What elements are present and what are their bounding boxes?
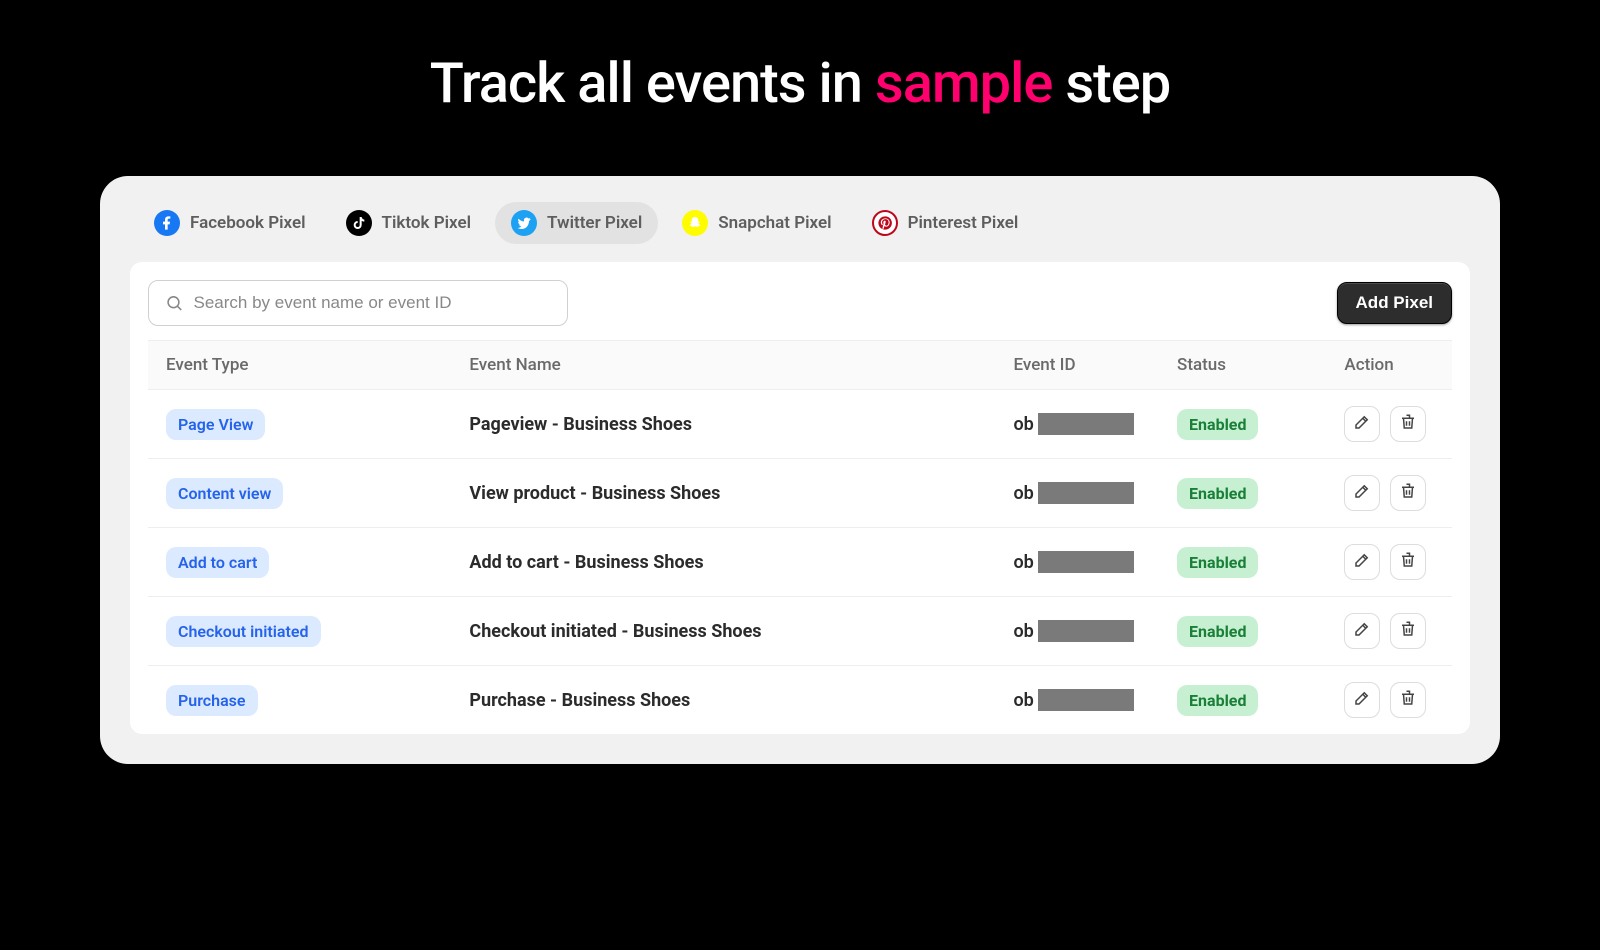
hero-accent: sample bbox=[875, 50, 1053, 116]
status-badge: Enabled bbox=[1177, 409, 1258, 440]
trash-icon bbox=[1399, 482, 1417, 504]
event-name: Add to cart - Business Shoes bbox=[469, 552, 703, 573]
event-type-pill: Content view bbox=[166, 478, 283, 509]
delete-button[interactable] bbox=[1390, 544, 1426, 580]
pencil-icon bbox=[1353, 620, 1371, 642]
status-badge: Enabled bbox=[1177, 685, 1258, 716]
main-panel: Facebook Pixel Tiktok Pixel Twitter Pixe… bbox=[100, 176, 1500, 764]
status-badge: Enabled bbox=[1177, 616, 1258, 647]
page-title: Track all events in sample step bbox=[0, 50, 1600, 116]
pinterest-icon bbox=[872, 210, 898, 236]
event-type-pill: Add to cart bbox=[166, 547, 269, 578]
snapchat-icon bbox=[682, 210, 708, 236]
tab-label: Twitter Pixel bbox=[547, 213, 642, 233]
edit-button[interactable] bbox=[1344, 475, 1380, 511]
search-input-wrapper[interactable] bbox=[148, 280, 568, 326]
redacted-id bbox=[1038, 413, 1134, 435]
event-name: View product - Business Shoes bbox=[469, 483, 720, 504]
event-id: ob bbox=[1013, 689, 1141, 711]
table-row: Purchase Purchase - Business Shoes ob Enabl… bbox=[148, 666, 1452, 735]
edit-button[interactable] bbox=[1344, 682, 1380, 718]
col-status: Status bbox=[1159, 341, 1326, 390]
tab-tiktok-pixel[interactable]: Tiktok Pixel bbox=[330, 202, 487, 244]
tab-twitter-pixel[interactable]: Twitter Pixel bbox=[495, 202, 658, 244]
event-id: ob bbox=[1013, 620, 1141, 642]
trash-icon bbox=[1399, 413, 1417, 435]
tab-label: Snapchat Pixel bbox=[718, 213, 831, 233]
table-row: Add to cart Add to cart - Business Shoes o… bbox=[148, 528, 1452, 597]
status-badge: Enabled bbox=[1177, 478, 1258, 509]
facebook-icon bbox=[154, 210, 180, 236]
toolbar: Add Pixel bbox=[148, 280, 1452, 326]
event-type-pill: Purchase bbox=[166, 685, 258, 716]
event-name: Purchase - Business Shoes bbox=[469, 690, 690, 711]
col-event-id: Event ID bbox=[995, 341, 1159, 390]
event-id: ob bbox=[1013, 482, 1141, 504]
pixel-tabs: Facebook Pixel Tiktok Pixel Twitter Pixe… bbox=[130, 196, 1470, 262]
pencil-icon bbox=[1353, 551, 1371, 573]
events-table: Event Type Event Name Event ID Status Ac… bbox=[148, 340, 1452, 734]
tiktok-icon bbox=[346, 210, 372, 236]
event-id: ob bbox=[1013, 413, 1141, 435]
tab-label: Facebook Pixel bbox=[190, 213, 306, 233]
event-type-pill: Page View bbox=[166, 409, 265, 440]
col-action: Action bbox=[1326, 341, 1452, 390]
delete-button[interactable] bbox=[1390, 682, 1426, 718]
redacted-id bbox=[1038, 620, 1134, 642]
table-row: Page View Pageview - Business Shoes ob Enab… bbox=[148, 390, 1452, 459]
hero-post: step bbox=[1052, 50, 1170, 116]
table-row: Content view View product - Business Shoe… bbox=[148, 459, 1452, 528]
tab-pinterest-pixel[interactable]: Pinterest Pixel bbox=[856, 202, 1035, 244]
event-name: Checkout initiated - Business Shoes bbox=[469, 621, 761, 642]
event-type-pill: Checkout initiated bbox=[166, 616, 321, 647]
trash-icon bbox=[1399, 689, 1417, 711]
hero-pre: Track all events in bbox=[430, 50, 875, 116]
search-icon bbox=[165, 293, 184, 313]
tab-label: Tiktok Pixel bbox=[382, 213, 471, 233]
edit-button[interactable] bbox=[1344, 406, 1380, 442]
tab-snapchat-pixel[interactable]: Snapchat Pixel bbox=[666, 202, 847, 244]
col-event-type: Event Type bbox=[148, 341, 451, 390]
events-card: Add Pixel Event Type Event Name Event ID… bbox=[130, 262, 1470, 734]
table-row: Checkout initiated Checkout initiated - B… bbox=[148, 597, 1452, 666]
col-event-name: Event Name bbox=[451, 341, 995, 390]
twitter-icon bbox=[511, 210, 537, 236]
status-badge: Enabled bbox=[1177, 547, 1258, 578]
edit-button[interactable] bbox=[1344, 544, 1380, 580]
delete-button[interactable] bbox=[1390, 406, 1426, 442]
edit-button[interactable] bbox=[1344, 613, 1380, 649]
delete-button[interactable] bbox=[1390, 613, 1426, 649]
delete-button[interactable] bbox=[1390, 475, 1426, 511]
tab-facebook-pixel[interactable]: Facebook Pixel bbox=[138, 202, 322, 244]
pencil-icon bbox=[1353, 413, 1371, 435]
add-pixel-button[interactable]: Add Pixel bbox=[1337, 282, 1452, 324]
redacted-id bbox=[1038, 689, 1134, 711]
redacted-id bbox=[1038, 482, 1134, 504]
event-id: ob bbox=[1013, 551, 1141, 573]
pencil-icon bbox=[1353, 482, 1371, 504]
table-header-row: Event Type Event Name Event ID Status Ac… bbox=[148, 341, 1452, 390]
event-name: Pageview - Business Shoes bbox=[469, 414, 692, 435]
pencil-icon bbox=[1353, 689, 1371, 711]
trash-icon bbox=[1399, 551, 1417, 573]
tab-label: Pinterest Pixel bbox=[908, 213, 1019, 233]
search-input[interactable] bbox=[194, 293, 551, 313]
redacted-id bbox=[1038, 551, 1134, 573]
trash-icon bbox=[1399, 620, 1417, 642]
